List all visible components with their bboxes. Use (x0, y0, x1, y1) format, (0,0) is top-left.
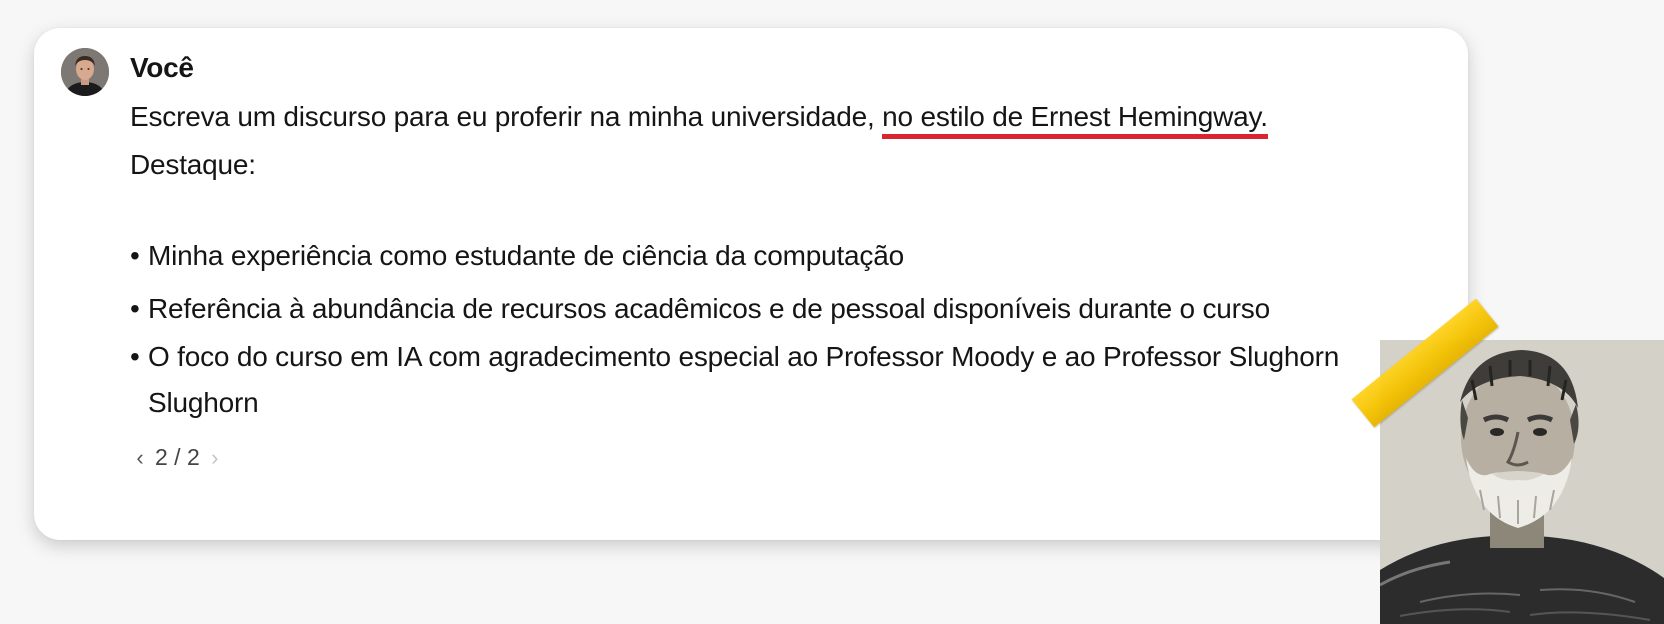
user-avatar (61, 48, 109, 96)
sender-name: Você (130, 52, 194, 83)
pager-count: 2 / 2 (155, 444, 200, 470)
highlighted-text: no estilo de Ernest Hemingway. (882, 101, 1268, 139)
list-item: • Minha experiência como estudante de ciê… (130, 238, 904, 274)
bullet-icon: • (130, 293, 140, 324)
list-item: • O foco do curso em IA com agradecimento… (130, 339, 1339, 375)
bullet-icon: • (130, 341, 140, 372)
chevron-right-icon[interactable]: › (208, 445, 222, 471)
list-item: • Referência à abundância de recursos aca… (130, 291, 1270, 327)
chevron-left-icon[interactable]: ‹ (133, 445, 147, 471)
list-item-text: Minha experiência como estudante de ciên… (148, 240, 904, 271)
message-line-2: Destaque: (130, 149, 256, 180)
bullet-icon: • (130, 240, 140, 271)
message-line-1: Escreva um discurso para eu proferir na … (130, 99, 1268, 139)
list-item-text: Referência à abundância de recursos acad… (148, 293, 1270, 324)
list-item-text: O foco do curso em IA com agradecimento … (148, 341, 1340, 372)
list-item-continuation: Slughorn (148, 387, 259, 418)
message-text: Escreva um discurso para eu proferir na … (130, 101, 883, 132)
response-pager: ‹ 2 / 2 › (133, 444, 222, 471)
